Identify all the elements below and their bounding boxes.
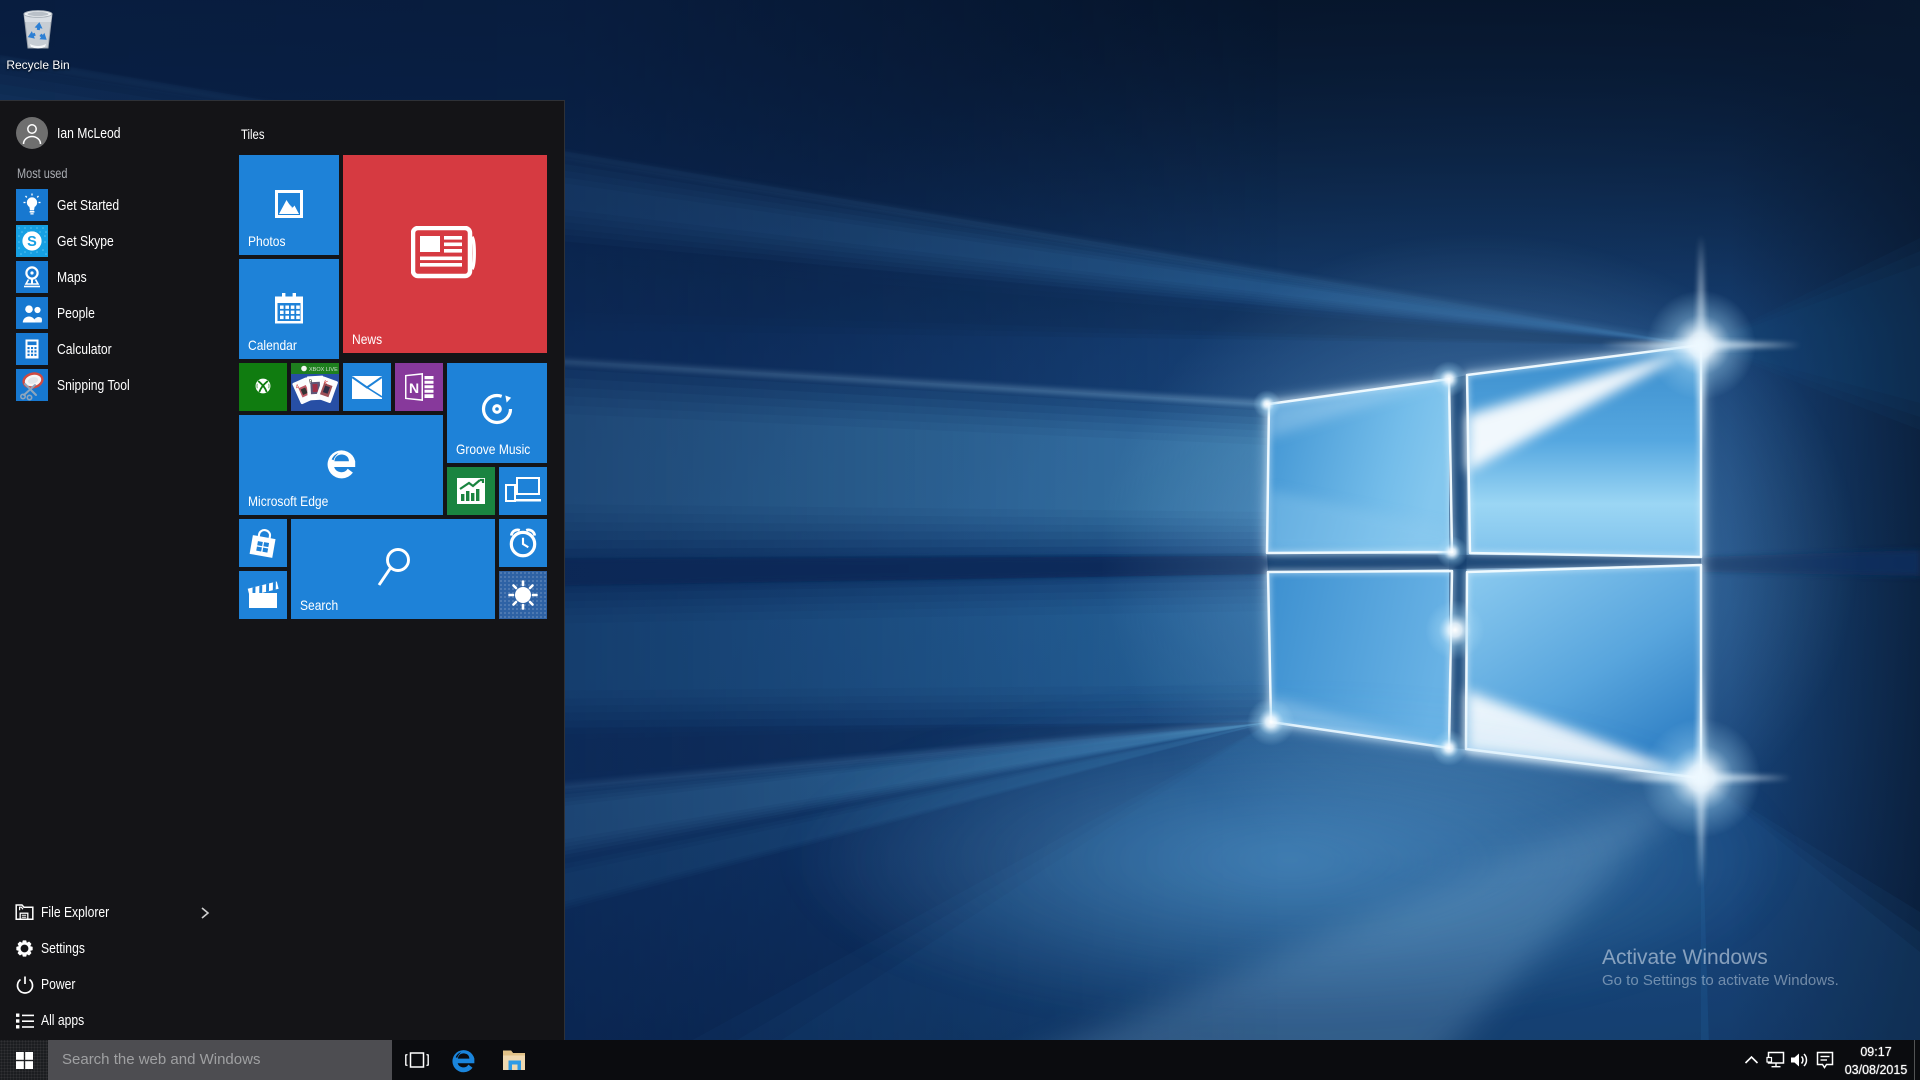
svg-text:XBOX LIVE: XBOX LIVE <box>309 367 338 373</box>
svg-text:N: N <box>409 380 419 396</box>
svg-text:S: S <box>27 234 37 250</box>
